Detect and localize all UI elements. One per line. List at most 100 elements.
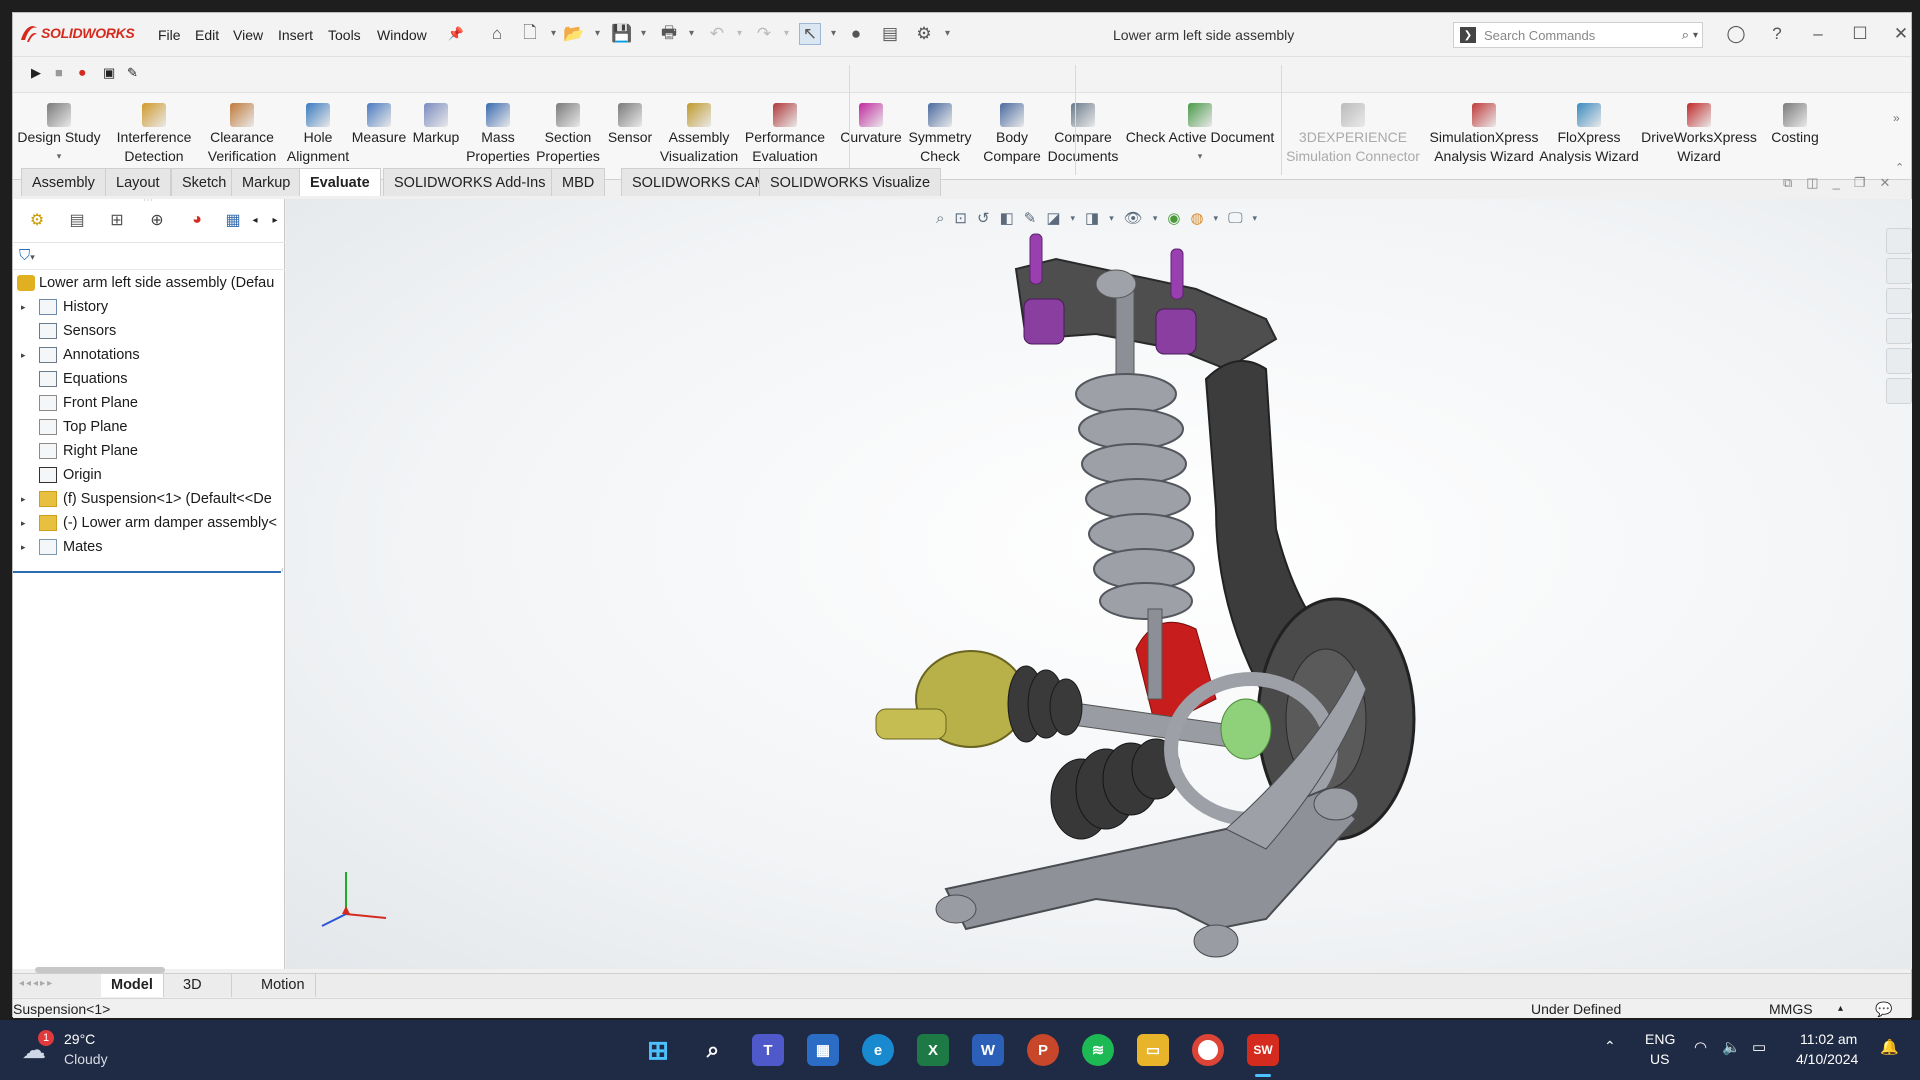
ribbon-button-check-active-document[interactable]: Check Active Document ▾ xyxy=(1119,57,1281,180)
search-taskbar-icon[interactable]: ⌕ xyxy=(697,1034,729,1066)
options-gear-icon[interactable]: ⚙ xyxy=(913,23,935,45)
appearances-icon[interactable] xyxy=(1886,348,1912,374)
ribbon-button-design-study[interactable]: Design Study ▾ xyxy=(13,57,105,180)
property-manager-icon[interactable]: ▤ xyxy=(63,207,91,233)
dimxpert-manager-icon[interactable]: ⊕ xyxy=(143,207,171,233)
file-explorer-icon[interactable] xyxy=(1886,288,1912,314)
view-palette-icon[interactable] xyxy=(1886,318,1912,344)
zoom-to-area-icon[interactable]: ⊡ xyxy=(954,209,967,227)
tab-layout[interactable]: Layout xyxy=(105,168,171,196)
save-icon[interactable]: 💾 xyxy=(611,23,633,45)
ribbon-dropdown-icon[interactable]: ▾ xyxy=(1119,147,1281,166)
design-library-icon[interactable] xyxy=(1886,258,1912,284)
print-icon[interactable]: 🖶 xyxy=(658,23,680,45)
tab-mbd[interactable]: MBD xyxy=(551,168,606,196)
restore-pane-icon[interactable]: ⧉ xyxy=(1783,175,1792,191)
tab-solidworks-visualize[interactable]: SOLIDWORKS Visualize xyxy=(759,168,942,196)
search-dropdown-icon[interactable]: ▾ xyxy=(1693,30,1698,41)
ribbon-button-section[interactable]: Section Properties xyxy=(529,57,607,180)
configuration-manager-icon[interactable]: ⊞ xyxy=(103,207,131,233)
open-folder-icon[interactable]: 📂 xyxy=(563,23,585,45)
show-hidden-icons-icon[interactable]: ⌃ xyxy=(1604,1038,1616,1055)
search-input[interactable]: Search Commands xyxy=(1484,28,1595,43)
solidworks-taskbar-icon[interactable]: SW xyxy=(1247,1034,1279,1066)
print-dropdown-icon[interactable]: ▾ xyxy=(689,28,694,39)
view-orientation-dropdown-icon[interactable]: ▾ xyxy=(1071,213,1076,224)
store-icon[interactable]: ▦ xyxy=(807,1034,839,1066)
traffic-light-icon[interactable]: ● xyxy=(845,23,867,45)
ribbon-button-measure[interactable]: Measure xyxy=(345,57,413,180)
quick-tips-icon[interactable]: 💬 xyxy=(1875,999,1892,1019)
feature-manager-icon[interactable]: ⚙ xyxy=(23,207,51,233)
display-style-dropdown-icon[interactable]: ▾ xyxy=(1109,213,1114,224)
filter-icon[interactable]: ⛉▾ xyxy=(19,247,35,264)
language-line2[interactable]: US xyxy=(1650,1051,1669,1067)
scene-dropdown-icon[interactable]: ▾ xyxy=(1214,213,1219,224)
menu-window[interactable]: Window xyxy=(377,27,427,43)
doc-minimize-icon[interactable]: _ xyxy=(1833,175,1840,191)
wifi-icon[interactable]: ◠ xyxy=(1694,1038,1707,1056)
zoom-to-fit-icon[interactable]: ⌕ xyxy=(936,210,944,227)
ribbon-button-compare[interactable]: Compare Documents xyxy=(1041,57,1125,180)
ribbon-button-markup[interactable]: Markup xyxy=(405,57,467,180)
display-style-icon[interactable]: ◨ xyxy=(1085,209,1099,227)
redo-dropdown-icon[interactable]: ▾ xyxy=(784,28,789,39)
ribbon-button-floxpress[interactable]: FloXpress Analysis Wizard xyxy=(1533,57,1645,180)
ribbon-more-icon[interactable]: » xyxy=(1893,111,1900,125)
solidworks-resources-icon[interactable] xyxy=(1886,228,1912,254)
search-commands-box[interactable]: ❯ Search Commands ⌕ ▾ xyxy=(1453,22,1703,48)
ribbon-button-clearance[interactable]: Clearance Verification xyxy=(195,57,289,180)
clock-time[interactable]: 11:02 am xyxy=(1800,1031,1857,1047)
powerpoint-icon[interactable]: P xyxy=(1027,1034,1059,1066)
menu-tools[interactable]: Tools xyxy=(328,27,361,43)
view-settings-dropdown-icon[interactable]: ▾ xyxy=(1253,213,1258,224)
expand-arrow-icon[interactable]: ▸ xyxy=(21,343,26,367)
spotify-icon[interactable]: ≋ xyxy=(1082,1034,1114,1066)
scroll-right-icon[interactable]: ▸ xyxy=(261,207,289,233)
tab-sketch[interactable]: Sketch xyxy=(171,168,238,196)
ribbon-button-performance[interactable]: Performance Evaluation xyxy=(737,57,833,180)
menu-file[interactable]: File xyxy=(158,27,181,43)
ribbon-button-costing[interactable]: Costing xyxy=(1759,57,1831,180)
search-icon[interactable]: ⌕ xyxy=(1682,27,1689,43)
custom-properties-icon[interactable] xyxy=(1886,378,1912,404)
display-manager-icon[interactable]: ◕ xyxy=(183,207,211,233)
ribbon-button-interference[interactable]: Interference Detection xyxy=(107,57,201,180)
edge-icon[interactable]: e xyxy=(862,1034,894,1066)
hide-show-items-icon[interactable]: 👁 xyxy=(1124,209,1143,227)
new-dropdown-icon[interactable]: ▾ xyxy=(551,28,556,39)
tab-assembly[interactable]: Assembly xyxy=(21,168,106,196)
view-settings-icon[interactable]: 🖵 xyxy=(1228,210,1242,227)
select-dropdown-icon[interactable]: ▾ xyxy=(831,28,836,39)
ribbon-button-driveworksxpress[interactable]: DriveWorksXpress Wizard xyxy=(1637,57,1761,180)
menu-view[interactable]: View xyxy=(233,27,263,43)
user-account-icon[interactable]: ◯ xyxy=(1725,23,1747,45)
expand-arrow-icon[interactable]: ▸ xyxy=(21,295,26,319)
select-cursor-icon[interactable]: ↖ xyxy=(799,23,821,45)
rollback-bar[interactable] xyxy=(13,571,281,573)
menu-edit[interactable]: Edit xyxy=(195,27,219,43)
view-orientation-icon[interactable]: ◪ xyxy=(1046,209,1060,227)
tab-scroll-arrows-icon[interactable]: ◂◂◂▸▸ xyxy=(19,978,54,989)
options-dropdown-icon[interactable]: ▾ xyxy=(945,28,950,39)
section-view-icon[interactable]: ◧ xyxy=(1000,209,1014,227)
graphics-area[interactable]: ⌕ ⊡ ↺ ◧ ✎ ◪ ▾ ◨ ▾ 👁 ▾ ◉ ◍ ▾ 🖵 ▾ xyxy=(286,199,1912,969)
units-selector[interactable]: MMGS xyxy=(1769,999,1813,1019)
tab-solidworks-add-ins[interactable]: SOLIDWORKS Add-Ins xyxy=(383,168,557,196)
file-properties-icon[interactable]: ▤ xyxy=(879,23,901,45)
ribbon-button-symmetry[interactable]: Symmetry Check xyxy=(901,57,979,180)
maximize-icon[interactable]: ☐ xyxy=(1849,23,1871,45)
bottom-tab-3d-views[interactable]: 3D Views xyxy=(173,974,233,1016)
undo-icon[interactable]: ↶ xyxy=(706,23,728,45)
excel-icon[interactable]: X xyxy=(917,1034,949,1066)
tab-solidworks-cam[interactable]: SOLIDWORKS CAM xyxy=(621,168,778,196)
help-icon[interactable]: ? xyxy=(1766,23,1788,45)
ribbon-collapse-icon[interactable]: ⌃ xyxy=(1895,161,1904,174)
expand-arrow-icon[interactable]: ▸ xyxy=(21,487,26,511)
edit-appearance-icon[interactable]: ◉ xyxy=(1167,209,1180,227)
expand-arrow-icon[interactable]: ▸ xyxy=(21,511,26,535)
previous-view-icon[interactable]: ↺ xyxy=(977,209,990,227)
redo-icon[interactable]: ↷ xyxy=(753,23,775,45)
undo-dropdown-icon[interactable]: ▾ xyxy=(737,28,742,39)
file-explorer-taskbar-icon[interactable]: ▭ xyxy=(1137,1034,1169,1066)
